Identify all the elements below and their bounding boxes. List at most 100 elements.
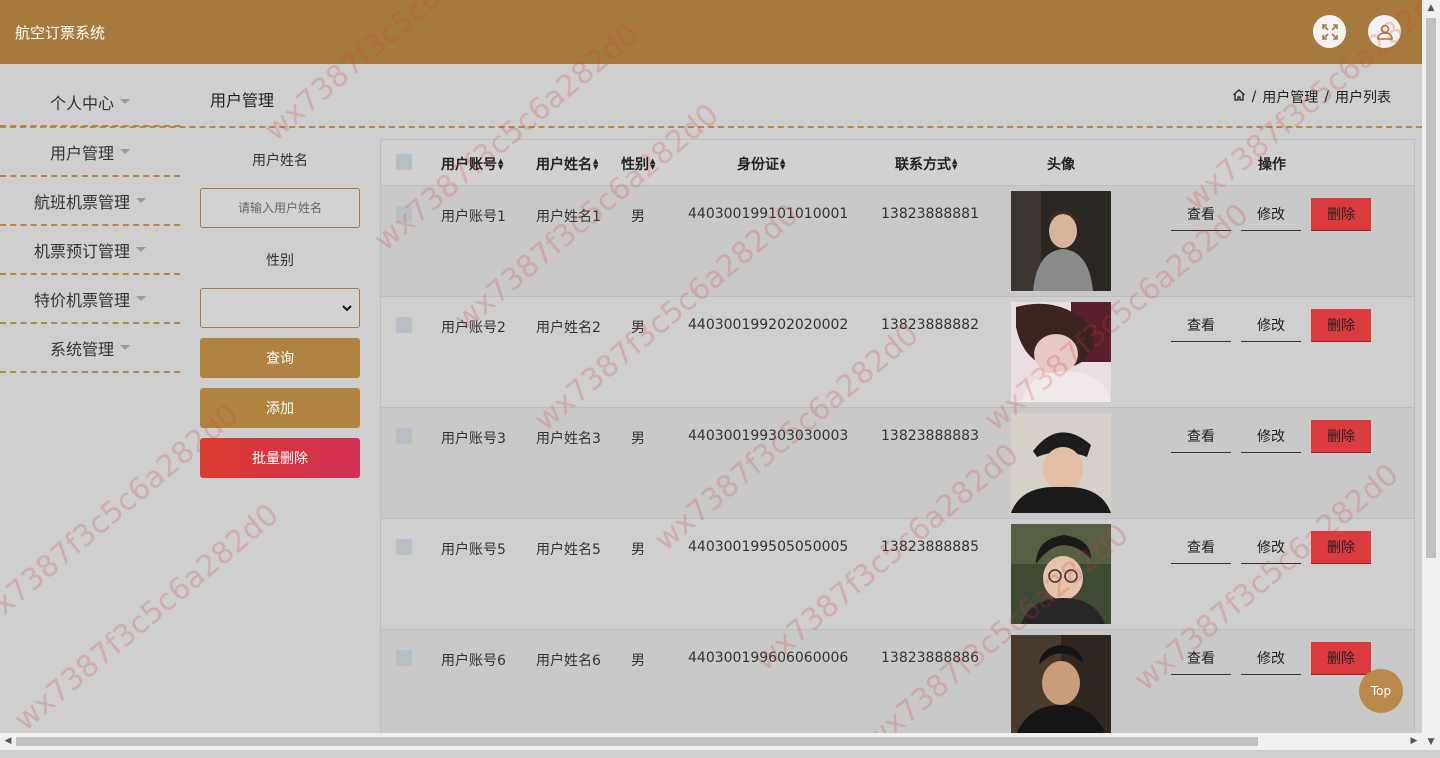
column-header-label: 性别 (621, 157, 649, 173)
column-header-label: 用户姓名 (536, 157, 592, 173)
sidebar-item-label: 特价机票管理 (33, 290, 130, 310)
delete-button[interactable]: 删除 (1311, 420, 1371, 453)
cell-id-card: 440300199303030003 (688, 428, 849, 444)
sort-icon[interactable]: ▲ ▼ (780, 158, 785, 171)
cell-phone: 13823888882 (881, 317, 979, 333)
watermark-text: wx7387f3c5c6a282d0 (7, 496, 286, 739)
delete-button[interactable]: 删除 (1311, 531, 1371, 564)
table-row: 用户账号3 用户姓名3 男 440300199303030003 1382388… (381, 408, 1414, 519)
cell-account: 用户账号1 (441, 209, 506, 225)
cell-account: 用户账号5 (441, 542, 506, 558)
gender-select[interactable] (200, 288, 360, 328)
cell-gender: 男 (631, 542, 645, 558)
table-row: 用户账号1 用户姓名1 男 440300199101010001 1382388… (381, 186, 1414, 297)
edit-button[interactable]: 修改 (1241, 198, 1301, 231)
sidebar-item-special-ticket-management[interactable]: 特价机票管理 (0, 275, 180, 324)
breadcrumb-item[interactable]: 用户管理 (1262, 87, 1318, 107)
cell-id-card: 440300199101010001 (688, 206, 849, 222)
query-button[interactable]: 查询 (200, 338, 360, 378)
delete-button[interactable]: 删除 (1311, 309, 1371, 342)
user-icon[interactable] (1368, 15, 1401, 48)
page-title: 用户管理 (210, 91, 275, 110)
delete-button[interactable]: 删除 (1311, 198, 1371, 231)
sort-icon[interactable]: ▲ ▼ (593, 158, 598, 171)
sidebar-item-personal-center[interactable]: 个人中心 (0, 78, 180, 127)
view-button[interactable]: 查看 (1171, 309, 1231, 342)
vertical-scrollbar[interactable]: ▲ ▼ (1422, 0, 1440, 750)
user-table: 用户账号 ▲ ▼ 用户姓名 ▲ ▼ 性别 ▲ ▼ 身份证 ▲ ▼ 联系方式 ▲ ▼ 头像 … (380, 139, 1415, 741)
app-title: 航空订票系统 (15, 24, 106, 42)
edit-button[interactable]: 修改 (1241, 420, 1301, 453)
column-header-label: 身份证 (737, 157, 779, 173)
cell-account: 用户账号3 (441, 431, 506, 447)
avatar-image (1011, 635, 1111, 735)
scroll-up-icon[interactable]: ▲ (1422, 0, 1440, 16)
row-checkbox[interactable] (396, 317, 412, 333)
column-header-label: 用户账号 (441, 157, 497, 173)
name-search-input[interactable] (200, 188, 360, 228)
avatar-image (1011, 524, 1111, 624)
select-all-checkbox[interactable] (396, 154, 412, 170)
view-button[interactable]: 查看 (1171, 198, 1231, 231)
column-header-account[interactable]: 用户账号 ▲ ▼ (441, 154, 503, 174)
home-icon[interactable] (1232, 88, 1246, 106)
sidebar-item-system-management[interactable]: 系统管理 (0, 324, 180, 373)
horizontal-scrollbar[interactable]: ◀ ▶ (0, 733, 1422, 750)
row-checkbox[interactable] (396, 650, 412, 666)
batch-delete-button[interactable]: 批量删除 (200, 438, 360, 478)
sidebar-item-user-management[interactable]: 用户管理 (0, 128, 180, 177)
edit-button[interactable]: 修改 (1241, 309, 1301, 342)
cell-phone: 13823888883 (881, 428, 979, 444)
caret-down-icon (136, 198, 146, 203)
cell-phone: 13823888881 (881, 206, 979, 222)
view-button[interactable]: 查看 (1171, 420, 1231, 453)
sort-icon[interactable]: ▲ ▼ (498, 158, 503, 171)
scroll-left-icon[interactable]: ◀ (0, 733, 16, 750)
scrollbar-thumb[interactable] (1426, 18, 1436, 558)
scroll-right-icon[interactable]: ▶ (1406, 733, 1422, 750)
row-checkbox[interactable] (396, 206, 412, 222)
row-checkbox[interactable] (396, 539, 412, 555)
avatar-image (1011, 191, 1111, 291)
view-button[interactable]: 查看 (1171, 642, 1231, 675)
column-header-actions: 操作 (1258, 157, 1286, 173)
sidebar-item-label: 航班机票管理 (33, 192, 130, 212)
table-row: 用户账号6 用户姓名6 男 440300199606060006 1382388… (381, 630, 1414, 740)
view-button[interactable]: 查看 (1171, 531, 1231, 564)
cell-id-card: 440300199505050005 (688, 539, 849, 555)
delete-button[interactable]: 删除 (1311, 642, 1371, 675)
cell-gender: 男 (631, 209, 645, 225)
chevron-down-icon (342, 305, 352, 312)
row-checkbox[interactable] (396, 428, 412, 444)
scrollbar-thumb[interactable] (16, 737, 1258, 746)
column-header-gender[interactable]: 性别 ▲ ▼ (621, 154, 655, 174)
scroll-down-icon[interactable]: ▼ (1422, 734, 1440, 750)
column-header-phone[interactable]: 联系方式 ▲ ▼ (895, 154, 957, 174)
column-header-avatar: 头像 (1047, 157, 1075, 173)
sort-icon[interactable]: ▲ ▼ (650, 158, 655, 171)
sort-icon[interactable]: ▲ ▼ (952, 158, 957, 171)
back-to-top-button[interactable]: Top (1359, 669, 1403, 713)
column-header-name[interactable]: 用户姓名 ▲ ▼ (536, 154, 598, 174)
watermark-text: wx7387f3c5c6a282d0 (0, 396, 246, 639)
sidebar-item-flight-ticket-management[interactable]: 航班机票管理 (0, 177, 180, 226)
cell-account: 用户账号2 (441, 320, 506, 336)
cell-id-card: 440300199202020002 (688, 317, 849, 333)
sidebar-item-label: 机票预订管理 (33, 241, 130, 261)
cell-gender: 男 (631, 431, 645, 447)
caret-down-icon (136, 247, 146, 252)
column-header-id-card[interactable]: 身份证 ▲ ▼ (737, 154, 785, 174)
table-row: 用户账号5 用户姓名5 男 440300199505050005 1382388… (381, 519, 1414, 630)
avatar-image (1011, 413, 1111, 513)
cell-name: 用户姓名2 (536, 320, 601, 336)
add-button[interactable]: 添加 (200, 388, 360, 428)
edit-button[interactable]: 修改 (1241, 642, 1301, 675)
name-search-label: 用户姓名 (252, 153, 308, 169)
edit-button[interactable]: 修改 (1241, 531, 1301, 564)
sidebar-item-label: 用户管理 (49, 143, 114, 163)
sidebar-item-ticket-booking-management[interactable]: 机票预订管理 (0, 226, 180, 275)
expand-icon[interactable] (1313, 15, 1346, 48)
cell-account: 用户账号6 (441, 653, 506, 669)
cell-gender: 男 (631, 320, 645, 336)
cell-gender: 男 (631, 653, 645, 669)
